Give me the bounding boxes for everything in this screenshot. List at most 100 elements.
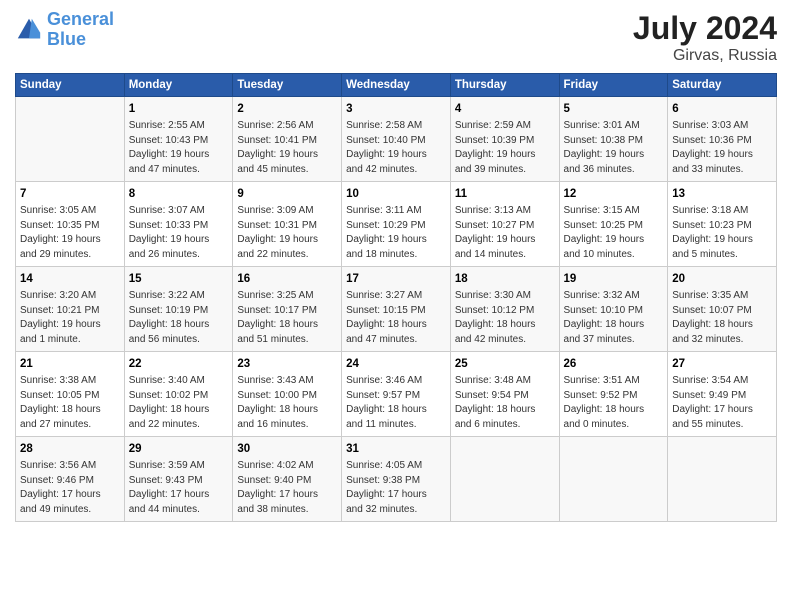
day-info: Sunrise: 3:07 AM Sunset: 10:33 PM Daylig… bbox=[129, 204, 229, 262]
day-info: Sunrise: 3:13 AM Sunset: 10:27 PM Daylig… bbox=[455, 204, 555, 262]
calendar-cell: 13Sunrise: 3:18 AM Sunset: 10:23 PM Dayl… bbox=[668, 182, 777, 267]
calendar-cell bbox=[559, 437, 668, 522]
calendar-cell: 7 Sunrise: 3:05 AM Sunset: 10:35 PM Dayli… bbox=[16, 182, 125, 267]
logo-text: General Blue bbox=[47, 10, 114, 50]
calendar-cell: 15Sunrise: 3:22 AM Sunset: 10:19 PM Dayl… bbox=[124, 267, 233, 352]
day-number: 3 bbox=[346, 101, 446, 117]
header-day-sunday: Sunday bbox=[16, 74, 125, 97]
calendar-cell: 21Sunrise: 3:38 AM Sunset: 10:05 PM Dayl… bbox=[16, 352, 125, 437]
day-info: Sunrise: 2:59 AM Sunset: 10:39 PM Daylig… bbox=[455, 119, 555, 177]
subtitle: Girvas, Russia bbox=[633, 47, 777, 65]
calendar-cell: 17 Sunrise: 3:27 AM Sunset: 10:15 PM Dayl… bbox=[342, 267, 451, 352]
day-info: Sunrise: 3:20 AM Sunset: 10:21 PM Daylig… bbox=[20, 289, 120, 347]
day-number: 23 bbox=[237, 356, 337, 372]
calendar-cell: 19Sunrise: 3:32 AM Sunset: 10:10 PM Dayl… bbox=[559, 267, 668, 352]
calendar-cell: 24Sunrise: 3:46 AM Sunset: 9:57 PM Dayli… bbox=[342, 352, 451, 437]
day-number: 28 bbox=[20, 441, 120, 457]
day-number: 31 bbox=[346, 441, 446, 457]
calendar-cell: 10 Sunrise: 3:11 AM Sunset: 10:29 PM Dayl… bbox=[342, 182, 451, 267]
day-number: 15 bbox=[129, 271, 229, 287]
day-number: 24 bbox=[346, 356, 446, 372]
day-number: 26 bbox=[564, 356, 664, 372]
calendar-cell: 31 Sunrise: 4:05 AM Sunset: 9:38 PM Dayli… bbox=[342, 437, 451, 522]
day-info: Sunrise: 3:05 AM Sunset: 10:35 PM Daylig… bbox=[20, 204, 120, 262]
calendar-cell: 1Sunrise: 2:55 AM Sunset: 10:43 PM Dayli… bbox=[124, 97, 233, 182]
title-block: July 2024 Girvas, Russia bbox=[633, 10, 777, 65]
day-info: Sunrise: 4:02 AM Sunset: 9:40 PM Dayligh… bbox=[237, 459, 337, 517]
day-number: 18 bbox=[455, 271, 555, 287]
day-info: Sunrise: 3:51 AM Sunset: 9:52 PM Dayligh… bbox=[564, 374, 664, 432]
day-number: 8 bbox=[129, 186, 229, 202]
day-number: 7 bbox=[20, 186, 120, 202]
day-number: 9 bbox=[237, 186, 337, 202]
calendar-cell: 29Sunrise: 3:59 AM Sunset: 9:43 PM Dayli… bbox=[124, 437, 233, 522]
calendar-cell: 26 Sunrise: 3:51 AM Sunset: 9:52 PM Dayli… bbox=[559, 352, 668, 437]
day-info: Sunrise: 3:43 AM Sunset: 10:00 PM Daylig… bbox=[237, 374, 337, 432]
calendar-cell: 30 Sunrise: 4:02 AM Sunset: 9:40 PM Dayli… bbox=[233, 437, 342, 522]
header-day-thursday: Thursday bbox=[450, 74, 559, 97]
week-row-2: 7 Sunrise: 3:05 AM Sunset: 10:35 PM Dayli… bbox=[16, 182, 777, 267]
calendar-cell bbox=[668, 437, 777, 522]
day-info: Sunrise: 3:01 AM Sunset: 10:38 PM Daylig… bbox=[564, 119, 664, 177]
calendar-cell: 20 Sunrise: 3:35 AM Sunset: 10:07 PM Dayl… bbox=[668, 267, 777, 352]
calendar-cell: 5Sunrise: 3:01 AM Sunset: 10:38 PM Dayli… bbox=[559, 97, 668, 182]
day-info: Sunrise: 3:56 AM Sunset: 9:46 PM Dayligh… bbox=[20, 459, 120, 517]
day-info: Sunrise: 3:09 AM Sunset: 10:31 PM Daylig… bbox=[237, 204, 337, 262]
calendar-cell: 27Sunrise: 3:54 AM Sunset: 9:49 PM Dayli… bbox=[668, 352, 777, 437]
logo-icon bbox=[15, 16, 43, 44]
logo: General Blue bbox=[15, 10, 114, 50]
day-info: Sunrise: 3:48 AM Sunset: 9:54 PM Dayligh… bbox=[455, 374, 555, 432]
calendar-cell bbox=[450, 437, 559, 522]
calendar-cell: 28 Sunrise: 3:56 AM Sunset: 9:46 PM Dayli… bbox=[16, 437, 125, 522]
day-number: 13 bbox=[672, 186, 772, 202]
day-number: 17 bbox=[346, 271, 446, 287]
day-number: 16 bbox=[237, 271, 337, 287]
day-info: Sunrise: 3:40 AM Sunset: 10:02 PM Daylig… bbox=[129, 374, 229, 432]
day-info: Sunrise: 2:56 AM Sunset: 10:41 PM Daylig… bbox=[237, 119, 337, 177]
day-number: 14 bbox=[20, 271, 120, 287]
calendar-cell: 9 Sunrise: 3:09 AM Sunset: 10:31 PM Dayli… bbox=[233, 182, 342, 267]
calendar-table: SundayMondayTuesdayWednesdayThursdayFrid… bbox=[15, 73, 777, 522]
day-number: 20 bbox=[672, 271, 772, 287]
day-info: Sunrise: 3:35 AM Sunset: 10:07 PM Daylig… bbox=[672, 289, 772, 347]
calendar-cell: 14 Sunrise: 3:20 AM Sunset: 10:21 PM Dayl… bbox=[16, 267, 125, 352]
header: General Blue July 2024 Girvas, Russia bbox=[15, 10, 777, 65]
day-number: 22 bbox=[129, 356, 229, 372]
calendar-cell: 25 Sunrise: 3:48 AM Sunset: 9:54 PM Dayli… bbox=[450, 352, 559, 437]
header-day-saturday: Saturday bbox=[668, 74, 777, 97]
day-number: 30 bbox=[237, 441, 337, 457]
day-number: 4 bbox=[455, 101, 555, 117]
calendar-cell: 12 Sunrise: 3:15 AM Sunset: 10:25 PM Dayl… bbox=[559, 182, 668, 267]
day-info: Sunrise: 4:05 AM Sunset: 9:38 PM Dayligh… bbox=[346, 459, 446, 517]
day-number: 19 bbox=[564, 271, 664, 287]
day-info: Sunrise: 3:11 AM Sunset: 10:29 PM Daylig… bbox=[346, 204, 446, 262]
calendar-cell: 18 Sunrise: 3:30 AM Sunset: 10:12 PM Dayl… bbox=[450, 267, 559, 352]
header-day-friday: Friday bbox=[559, 74, 668, 97]
day-number: 25 bbox=[455, 356, 555, 372]
day-number: 10 bbox=[346, 186, 446, 202]
page: General Blue July 2024 Girvas, Russia Su… bbox=[0, 0, 792, 612]
calendar-cell: 11Sunrise: 3:13 AM Sunset: 10:27 PM Dayl… bbox=[450, 182, 559, 267]
logo-general: General bbox=[47, 9, 114, 29]
day-number: 6 bbox=[672, 101, 772, 117]
day-info: Sunrise: 3:25 AM Sunset: 10:17 PM Daylig… bbox=[237, 289, 337, 347]
calendar-cell: 22 Sunrise: 3:40 AM Sunset: 10:02 PM Dayl… bbox=[124, 352, 233, 437]
day-info: Sunrise: 3:30 AM Sunset: 10:12 PM Daylig… bbox=[455, 289, 555, 347]
day-info: Sunrise: 2:55 AM Sunset: 10:43 PM Daylig… bbox=[129, 119, 229, 177]
main-title: July 2024 bbox=[633, 10, 777, 47]
week-row-4: 21Sunrise: 3:38 AM Sunset: 10:05 PM Dayl… bbox=[16, 352, 777, 437]
calendar-cell: 3Sunrise: 2:58 AM Sunset: 10:40 PM Dayli… bbox=[342, 97, 451, 182]
day-info: Sunrise: 3:15 AM Sunset: 10:25 PM Daylig… bbox=[564, 204, 664, 262]
week-row-3: 14 Sunrise: 3:20 AM Sunset: 10:21 PM Dayl… bbox=[16, 267, 777, 352]
calendar-cell: 4 Sunrise: 2:59 AM Sunset: 10:39 PM Dayli… bbox=[450, 97, 559, 182]
day-info: Sunrise: 3:59 AM Sunset: 9:43 PM Dayligh… bbox=[129, 459, 229, 517]
day-info: Sunrise: 3:03 AM Sunset: 10:36 PM Daylig… bbox=[672, 119, 772, 177]
header-row: SundayMondayTuesdayWednesdayThursdayFrid… bbox=[16, 74, 777, 97]
day-number: 12 bbox=[564, 186, 664, 202]
day-info: Sunrise: 3:27 AM Sunset: 10:15 PM Daylig… bbox=[346, 289, 446, 347]
calendar-header: SundayMondayTuesdayWednesdayThursdayFrid… bbox=[16, 74, 777, 97]
day-number: 2 bbox=[237, 101, 337, 117]
header-day-wednesday: Wednesday bbox=[342, 74, 451, 97]
calendar-body: 1Sunrise: 2:55 AM Sunset: 10:43 PM Dayli… bbox=[16, 97, 777, 522]
day-info: Sunrise: 3:38 AM Sunset: 10:05 PM Daylig… bbox=[20, 374, 120, 432]
